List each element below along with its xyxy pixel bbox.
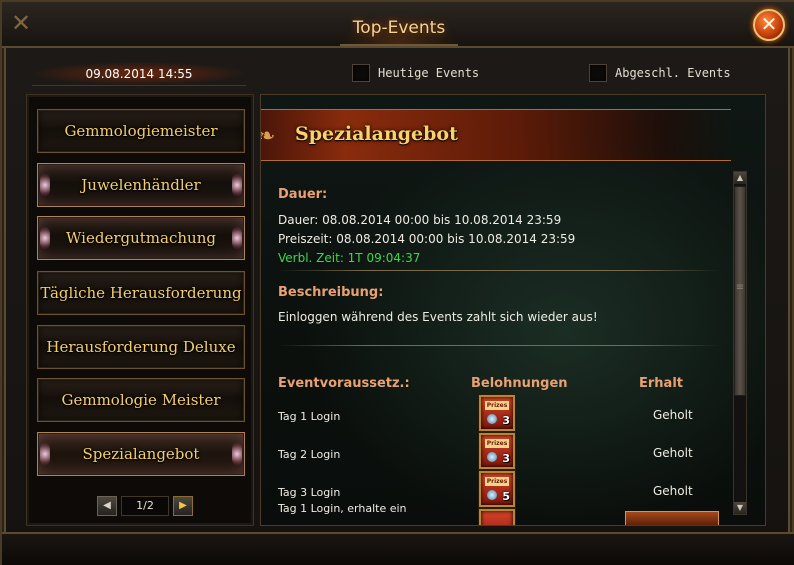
detail-scrollbar[interactable]: ▲ ▼ <box>733 171 747 515</box>
requirement-label: Tag 2 Login <box>278 448 341 461</box>
next-page-button[interactable]: ▶ <box>173 496 193 516</box>
requirement-label: Tag 1 Login, erhalte ein <box>278 502 407 515</box>
prize-time-line: Preiszeit: 08.08.2014 00:00 bis 10.08.20… <box>278 232 576 246</box>
prize-chest-icon[interactable] <box>479 509 515 525</box>
duration-heading: Dauer: <box>278 187 328 202</box>
prize-chest-icon[interactable]: Prizes 3 <box>479 395 515 431</box>
received-status: Geholt <box>653 484 693 498</box>
duration-line: Dauer: 08.08.2014 00:00 bis 10.08.2014 2… <box>278 213 562 227</box>
window-title: Top-Events <box>352 18 446 38</box>
rewards-column-header: Belohnungen <box>471 376 568 391</box>
event-window: Top-Events ✕ ✕ ✕ ✕ 09.08.2014 14:55 Heut… <box>0 0 794 565</box>
title-bar: Top-Events ✕ <box>2 2 794 48</box>
reward-count: 5 <box>502 490 510 503</box>
filter-completed[interactable]: Abgeschl. Events <box>589 63 731 83</box>
prize-chest-icon[interactable]: Prizes 3 <box>479 433 515 469</box>
arrow-right-icon: ▶ <box>179 500 187 511</box>
description-heading: Beschreibung: <box>278 285 384 300</box>
event-banner: ❧ Spezialangebot <box>261 109 731 161</box>
divider <box>278 270 720 271</box>
window-bottom-edge <box>2 532 794 565</box>
event-item-juwelenhaendler[interactable]: Juwelenhändler <box>37 163 245 207</box>
event-item-taegliche-herausforderung[interactable]: Tägliche Herausforderung <box>37 271 245 315</box>
requirement-label: Tag 3 Login <box>278 486 341 499</box>
event-detail-panel: ❧ Spezialangebot Dauer: Dauer: 08.08.201… <box>260 94 766 526</box>
requirement-column-header: Eventvoraussetz.: <box>278 376 410 391</box>
event-item-gemmologiemeister[interactable]: Gemmologiemeister <box>37 109 245 153</box>
gem-icon <box>487 490 497 500</box>
event-item-wiedergutmachung[interactable]: Wiedergutmachung <box>37 216 245 260</box>
close-icon: ✕ <box>760 12 778 36</box>
event-list-pager: ◀ 1/2 ▶ <box>97 495 193 517</box>
reward-tag: Prizes <box>485 439 509 448</box>
corner-ornament-icon: ✕ <box>10 9 32 37</box>
event-list-panel: Gemmologiemeister Juwelenhändler Wiederg… <box>26 94 254 526</box>
event-item-gemmologie-meister[interactable]: Gemmologie Meister <box>37 378 245 422</box>
banner-ornament-icon: ❧ <box>261 124 275 149</box>
filter-today-checkbox[interactable] <box>352 64 370 82</box>
reward-count: 3 <box>502 452 510 465</box>
received-column-header: Erhalt <box>639 376 683 391</box>
scroll-thumb[interactable] <box>734 186 746 396</box>
requirement-label: Tag 1 Login <box>278 410 341 423</box>
remaining-time: Verbl. Zeit: 1T 09:04:37 <box>278 251 421 265</box>
gem-icon <box>487 452 497 462</box>
datetime-display: 09.08.2014 14:55 <box>32 62 246 86</box>
reward-tag: Prizes <box>485 401 509 410</box>
filter-today-label: Heutige Events <box>378 66 480 80</box>
received-status: Geholt <box>653 408 693 422</box>
divider <box>278 345 720 346</box>
event-title: Spezialangebot <box>295 123 458 145</box>
reward-tag: Prizes <box>485 477 509 486</box>
filter-completed-label: Abgeschl. Events <box>615 66 731 80</box>
datetime-text: 09.08.2014 14:55 <box>85 67 193 81</box>
event-item-herausforderung-deluxe[interactable]: Herausforderung Deluxe <box>37 325 245 369</box>
received-status: Geholt <box>653 446 693 460</box>
filter-completed-checkbox[interactable] <box>589 64 607 82</box>
reward-count: 3 <box>502 414 510 427</box>
prize-chest-icon[interactable]: Prizes 5 <box>479 471 515 507</box>
description-text: Einloggen während des Events zahlt sich … <box>278 310 598 324</box>
page-indicator: 1/2 <box>121 496 169 516</box>
claim-button[interactable] <box>625 511 719 525</box>
filter-today[interactable]: Heutige Events <box>352 63 479 83</box>
gem-icon <box>487 414 497 424</box>
scroll-down-icon[interactable]: ▼ <box>734 502 746 514</box>
close-button[interactable]: ✕ <box>753 9 785 41</box>
prev-page-button[interactable]: ◀ <box>97 496 117 516</box>
scroll-up-icon[interactable]: ▲ <box>734 172 746 184</box>
arrow-left-icon: ◀ <box>103 500 111 511</box>
event-item-spezialangebot[interactable]: Spezialangebot <box>37 432 245 476</box>
